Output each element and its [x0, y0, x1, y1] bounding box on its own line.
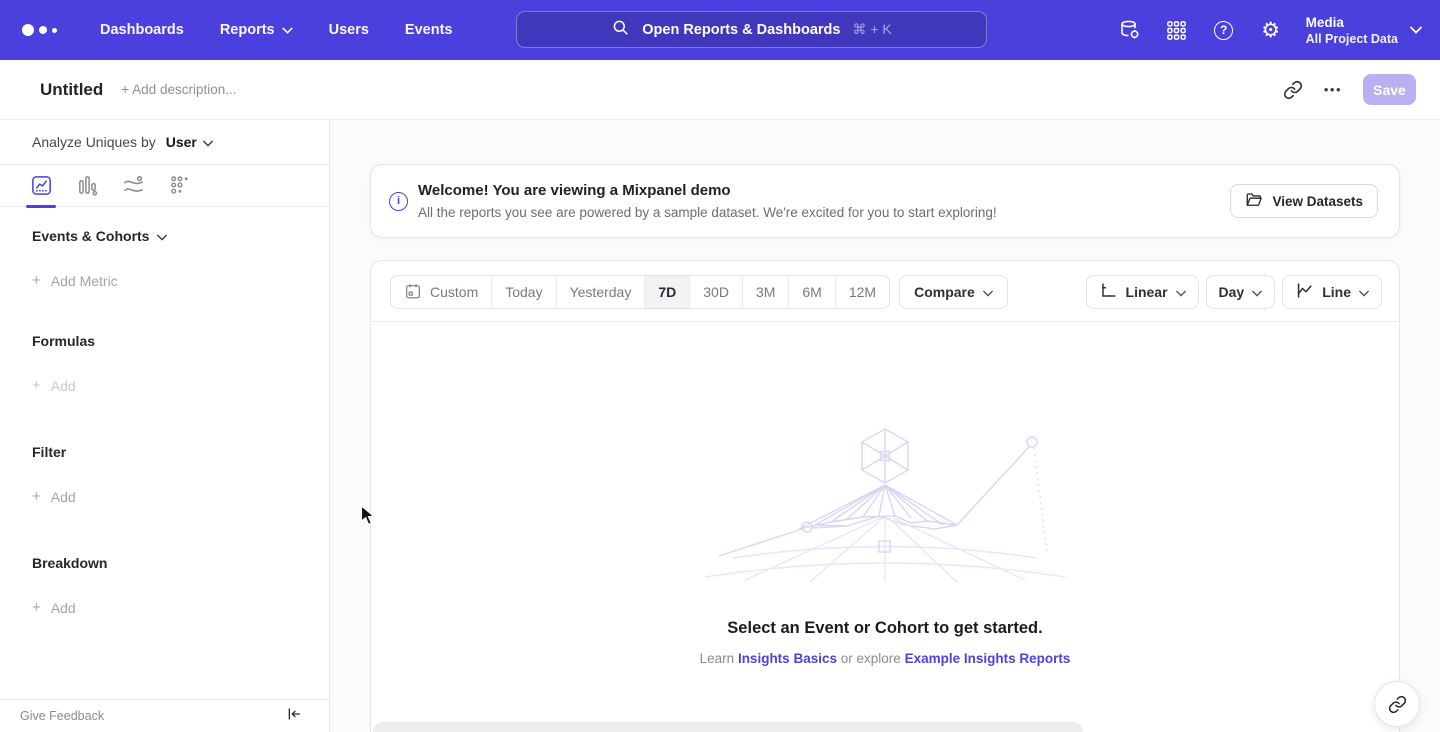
date-range-30d[interactable]: 30D [690, 276, 743, 308]
nav-item-users[interactable]: Users [329, 22, 369, 38]
report-card: Custom Today Yesterday 7D 30D 3M 6M 12M … [370, 260, 1400, 732]
empty-state-title: Select an Event or Cohort to get started… [371, 619, 1399, 638]
global-search[interactable]: Open Reports & Dashboards ⌘ + K [516, 11, 987, 48]
formulas-section-title: Formulas [32, 333, 329, 349]
view-datasets-button[interactable]: View Datasets [1230, 184, 1378, 218]
chart-type-selector-button[interactable]: Line [1282, 275, 1382, 309]
query-builder-sidebar: Analyze Uniques by User [0, 120, 330, 732]
linear-axis-icon [1099, 281, 1118, 303]
plus-icon: + [32, 599, 41, 616]
nav-item-dashboards[interactable]: Dashboards [100, 22, 184, 38]
scale-selector-button[interactable]: Linear [1086, 275, 1199, 309]
chevron-down-icon [1176, 284, 1186, 300]
plus-icon: + [32, 377, 41, 394]
nav-item-events[interactable]: Events [405, 22, 453, 38]
top-nav: Dashboards Reports Users Events Open Rep… [0, 0, 1440, 60]
insights-basics-link[interactable]: Insights Basics [738, 651, 837, 666]
date-range-12m[interactable]: 12M [836, 276, 889, 308]
project-switcher[interactable]: Media All Project Data [1306, 14, 1422, 47]
empty-state-illustration [695, 425, 1075, 583]
mixpanel-logo-icon[interactable] [22, 24, 72, 36]
date-range-segmented-control: Custom Today Yesterday 7D 30D 3M 6M 12M [390, 275, 890, 309]
date-range-3m[interactable]: 3M [743, 276, 789, 308]
chevron-down-icon [983, 284, 993, 300]
tab-bar-chart-icon[interactable] [73, 172, 101, 200]
search-shortcut: ⌘ + K [852, 21, 891, 38]
tab-flows-icon[interactable] [119, 172, 147, 200]
date-range-yesterday[interactable]: Yesterday [557, 276, 646, 308]
compare-button[interactable]: Compare [899, 275, 1008, 309]
banner-title: Welcome! You are viewing a Mixpanel demo [418, 181, 997, 201]
main-content: i Welcome! You are viewing a Mixpanel de… [330, 120, 1440, 732]
analyze-by-label: Analyze Uniques by [32, 134, 156, 150]
report-description-placeholder[interactable]: + Add description... [121, 82, 236, 97]
collapse-sidebar-icon[interactable] [286, 706, 302, 727]
plus-icon: + [32, 488, 41, 505]
demo-welcome-banner: i Welcome! You are viewing a Mixpanel de… [370, 164, 1400, 238]
project-name: Media [1306, 14, 1398, 31]
chevron-down-icon [157, 228, 167, 244]
settings-gear-icon[interactable]: ⚙ [1259, 18, 1283, 42]
next-section-peek [373, 721, 1083, 732]
data-management-icon[interactable] [1118, 18, 1142, 42]
interval-selector-button[interactable]: Day [1206, 275, 1276, 309]
chevron-down-icon [282, 22, 293, 38]
date-range-6m[interactable]: 6M [789, 276, 835, 308]
search-placeholder: Open Reports & Dashboards [642, 22, 840, 38]
folder-icon [1245, 191, 1263, 212]
visualization-tabs [0, 164, 329, 207]
calendar-icon [404, 282, 422, 303]
plus-icon: + [32, 272, 41, 289]
help-icon[interactable]: ? [1212, 18, 1236, 42]
chevron-down-icon [203, 134, 213, 150]
add-filter-button[interactable]: + Add [32, 488, 329, 505]
chevron-down-icon [1252, 284, 1262, 300]
search-icon [611, 18, 630, 42]
give-feedback-link[interactable]: Give Feedback [20, 709, 104, 723]
apps-grid-icon[interactable] [1165, 18, 1189, 42]
save-button[interactable]: Save [1363, 74, 1416, 105]
date-range-today[interactable]: Today [492, 276, 556, 308]
analyze-by-value[interactable]: User [166, 134, 197, 150]
share-link-fab[interactable] [1374, 681, 1420, 727]
empty-state-links: Learn Insights Basics or explore Example… [371, 651, 1399, 666]
report-title[interactable]: Untitled [40, 80, 103, 100]
example-insights-reports-link[interactable]: Example Insights Reports [905, 651, 1071, 666]
nav-item-reports[interactable]: Reports [220, 22, 293, 38]
empty-state: Select an Event or Cohort to get started… [371, 425, 1399, 666]
copy-link-icon[interactable] [1283, 80, 1303, 100]
banner-subtitle: All the reports you see are powered by a… [418, 203, 997, 222]
controls-row: Custom Today Yesterday 7D 30D 3M 6M 12M … [371, 261, 1399, 321]
add-breakdown-button[interactable]: + Add [32, 599, 329, 616]
date-range-7d[interactable]: 7D [645, 276, 690, 308]
breakdown-section-title: Breakdown [32, 555, 329, 571]
line-chart-icon [1295, 281, 1314, 303]
add-metric-button[interactable]: + Add Metric [32, 272, 329, 289]
add-formula-button[interactable]: + Add [32, 377, 329, 394]
chevron-down-icon [1359, 284, 1369, 300]
project-scope: All Project Data [1306, 31, 1398, 47]
more-options-icon[interactable]: ••• [1324, 82, 1342, 97]
tab-retention-icon[interactable] [165, 172, 193, 200]
report-header: Untitled + Add description... ••• Save [0, 60, 1440, 120]
tab-insights-chart-icon[interactable] [27, 172, 55, 200]
info-icon: i [389, 192, 408, 211]
filter-section-title: Filter [32, 444, 329, 460]
chevron-down-icon [1410, 21, 1422, 39]
date-range-custom[interactable]: Custom [391, 276, 492, 308]
events-cohorts-section[interactable]: Events & Cohorts [32, 228, 329, 244]
